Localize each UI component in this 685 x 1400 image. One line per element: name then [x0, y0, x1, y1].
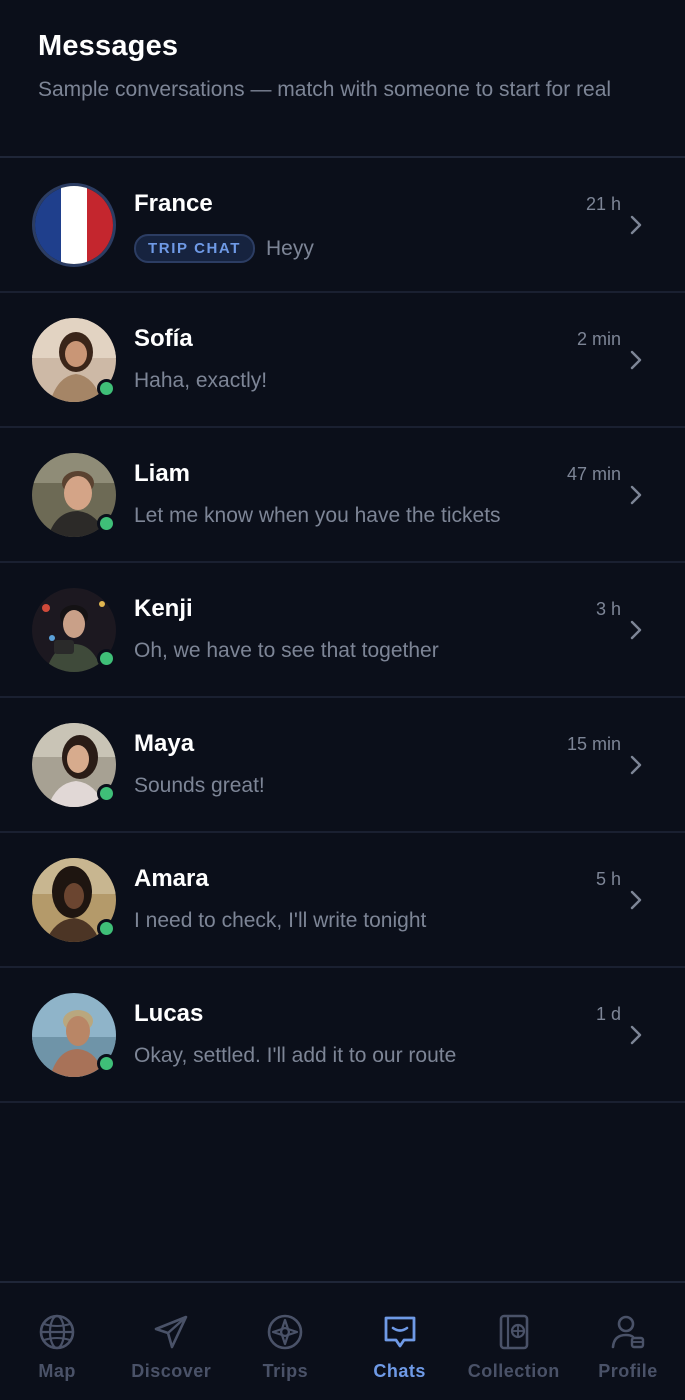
bottom-tab-bar: Map Discover Trips Chats Collection Prof…: [0, 1281, 685, 1400]
chat-name: Liam: [134, 460, 191, 487]
online-status-dot: [97, 784, 116, 803]
chat-row-kenji[interactable]: Kenji 3 h Oh, we have to see that togeth…: [0, 563, 685, 698]
chevron-right-icon: [630, 755, 642, 775]
chevron-right-icon: [630, 485, 642, 505]
chat-row-maya[interactable]: Maya 15 min Sounds great!: [0, 698, 685, 833]
online-status-dot: [97, 379, 116, 398]
avatar: [32, 183, 116, 267]
chat-preview: Haha, exactly!: [134, 369, 268, 392]
tab-label: Profile: [598, 1361, 658, 1381]
chat-preview: TRIP CHAT Heyy: [134, 234, 314, 263]
chevron-right-icon: [630, 350, 642, 370]
avatar: [32, 588, 116, 672]
chat-time: 21 h: [585, 194, 621, 214]
tab-label: Map: [38, 1361, 76, 1381]
france-flag-avatar: [32, 183, 116, 267]
online-status-dot: [97, 514, 116, 533]
page-title: Messages: [38, 30, 179, 62]
chevron-right-icon: [630, 620, 642, 640]
globe-icon: [39, 1314, 75, 1350]
messages-header: Messages Sample conversations — match wi…: [0, 0, 685, 158]
chat-time: 2 min: [576, 329, 621, 349]
chat-preview: Oh, we have to see that together: [134, 639, 439, 662]
chat-time: 47 min: [566, 464, 621, 484]
tab-map[interactable]: Map: [0, 1283, 114, 1400]
chat-bubble-icon: [384, 1316, 415, 1348]
chevron-right-icon: [630, 1025, 642, 1045]
avatar: [32, 993, 116, 1077]
online-status-dot: [97, 919, 116, 938]
chat-name: Amara: [134, 865, 209, 892]
chat-row-france[interactable]: France 21 h TRIP CHAT Heyy: [0, 158, 685, 293]
chat-time: 5 h: [595, 869, 621, 889]
chat-row-liam[interactable]: Liam 47 min Let me know when you have th…: [0, 428, 685, 563]
chat-preview: Sounds great!: [134, 774, 265, 797]
passport-icon: [499, 1314, 529, 1350]
tab-discover[interactable]: Discover: [114, 1283, 228, 1400]
chat-preview-text: Heyy: [266, 236, 314, 260]
avatar: [32, 318, 116, 402]
chevron-right-icon: [630, 215, 642, 235]
profile-icon: [611, 1315, 645, 1349]
chat-preview: Let me know when you have the tickets: [134, 504, 501, 527]
chat-name: Maya: [134, 730, 195, 757]
tab-label: Trips: [262, 1361, 309, 1381]
avatar: [32, 858, 116, 942]
tab-label: Collection: [467, 1361, 560, 1381]
chat-list: France 21 h TRIP CHAT Heyy Sofía 2 min H…: [0, 158, 685, 1103]
chat-preview: Okay, settled. I'll add it to our route: [134, 1044, 457, 1067]
trip-chat-badge: TRIP CHAT: [134, 234, 256, 263]
chevron-right-icon: [630, 890, 642, 910]
avatar: [32, 723, 116, 807]
online-status-dot: [97, 1054, 116, 1073]
chat-name: Sofía: [134, 325, 193, 352]
avatar: [32, 453, 116, 537]
tab-label: Discover: [131, 1361, 212, 1381]
tab-collection[interactable]: Collection: [457, 1283, 571, 1400]
chat-time: 3 h: [595, 599, 621, 619]
tab-profile[interactable]: Profile: [571, 1283, 685, 1400]
tab-label: Chats: [373, 1361, 426, 1381]
chat-row-amara[interactable]: Amara 5 h I need to check, I'll write to…: [0, 833, 685, 968]
messages-screen: Messages Sample conversations — match wi…: [0, 0, 685, 1400]
chat-name: France: [134, 190, 213, 217]
chat-time: 15 min: [566, 734, 621, 754]
paper-plane-icon: [154, 1315, 188, 1349]
chat-name: Kenji: [134, 595, 193, 622]
online-status-dot: [97, 649, 116, 668]
chat-row-sofia[interactable]: Sofía 2 min Haha, exactly!: [0, 293, 685, 428]
compass-icon: [268, 1314, 303, 1350]
chat-preview: I need to check, I'll write tonight: [134, 909, 427, 932]
tab-trips[interactable]: Trips: [228, 1283, 342, 1400]
page-subtitle: Sample conversations — match with someon…: [38, 78, 612, 101]
tab-chats[interactable]: Chats: [343, 1283, 457, 1400]
chat-name: Lucas: [134, 1000, 204, 1027]
chat-row-lucas[interactable]: Lucas 1 d Okay, settled. I'll add it to …: [0, 968, 685, 1103]
chat-time: 1 d: [595, 1004, 621, 1024]
